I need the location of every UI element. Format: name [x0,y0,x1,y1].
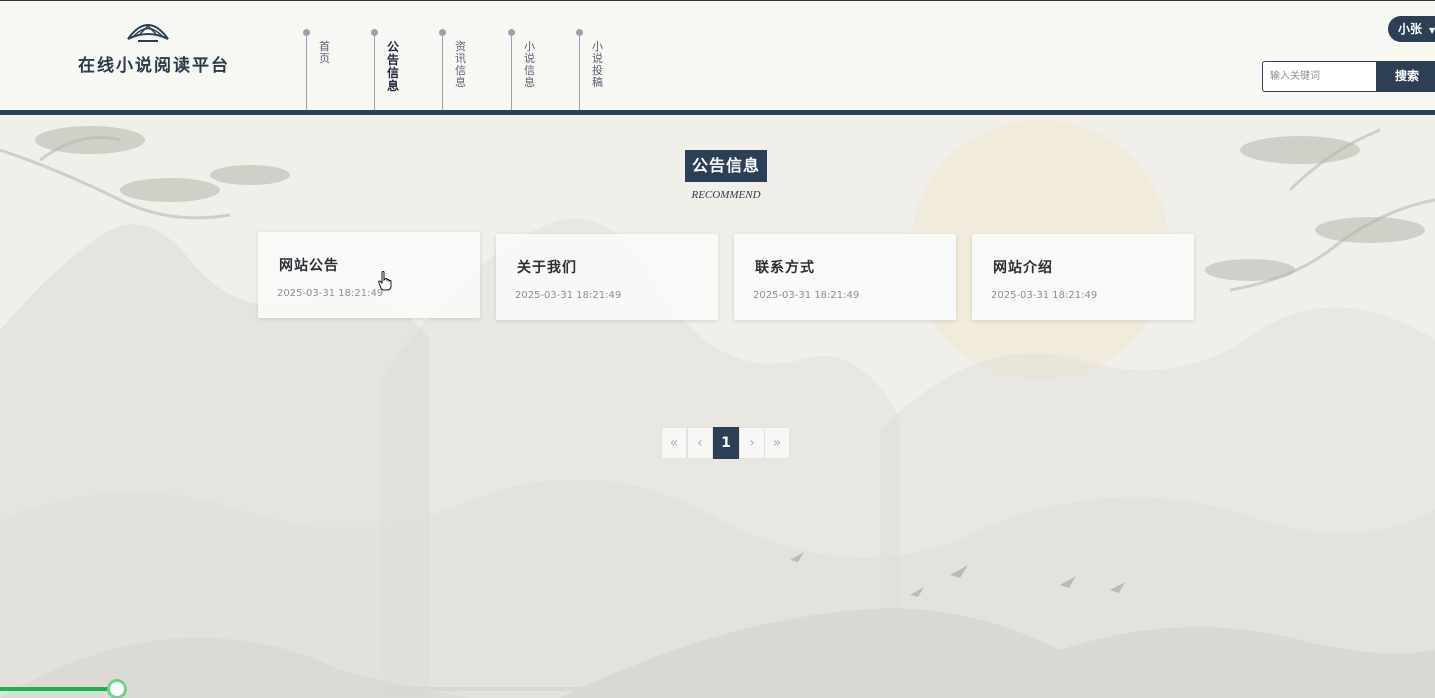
card-title: 联系方式 [755,260,815,276]
card-date: 2025-03-31 18:21:49 [515,290,622,301]
page-last-button[interactable]: » [764,427,790,459]
pagination: « ‹ 1 › » [661,427,791,459]
search-input[interactable] [1262,61,1377,92]
fan-book-icon [127,24,169,42]
announcement-card[interactable]: 网站介绍 2025-03-31 18:21:49 [972,234,1194,320]
header-divider [0,110,1435,115]
nav-item-label: 资讯信息 [455,40,466,89]
nav-item-label: 公告信息 [387,40,400,93]
card-title: 关于我们 [517,260,577,276]
card-date: 2025-03-31 18:21:49 [277,288,384,299]
nav-line [374,33,375,111]
page-prev-button[interactable]: ‹ [687,427,713,459]
announcement-card[interactable]: 联系方式 2025-03-31 18:21:49 [734,234,956,320]
nav-item-announcements[interactable]: 公告信息 [371,29,414,111]
progress-track[interactable] [0,687,1435,691]
progress-fill [0,687,118,691]
site-title: 在线小说阅读平台 [78,56,230,76]
page-next-button[interactable]: › [739,427,765,459]
announcement-card[interactable]: 关于我们 2025-03-31 18:21:49 [496,234,718,320]
nav-item-label: 首页 [319,40,330,65]
search-button[interactable]: 搜索 [1376,61,1435,92]
card-title: 网站介绍 [993,260,1053,276]
page-first-button[interactable]: « [661,427,687,459]
page-1-button[interactable]: 1 [713,427,739,459]
section-subtitle: RECOMMEND [691,189,761,201]
card-date: 2025-03-31 18:21:49 [753,290,860,301]
caret-down-icon: ▼ [1429,25,1435,35]
site-logo[interactable]: 在线小说阅读平台 [78,17,233,77]
site-header: 在线小说阅读平台 首页 公告信息 资讯信息 小说信息 小说投稿 小张 ▼ 搜索 [0,0,1435,111]
nav-line [579,33,580,111]
card-title: 网站公告 [279,258,339,274]
nav-item-label: 小说投稿 [592,40,603,89]
user-menu-button[interactable]: 小张 ▼ [1388,16,1435,42]
nav-line [511,33,512,111]
nav-item-label: 小说信息 [524,40,535,89]
card-date: 2025-03-31 18:21:49 [991,290,1098,301]
announcement-card[interactable]: 网站公告 2025-03-31 18:21:49 [258,232,480,318]
nav-line [442,33,443,111]
nav-item-news[interactable]: 资讯信息 [439,29,482,111]
nav-item-novels[interactable]: 小说信息 [508,29,551,111]
user-name: 小张 [1398,22,1423,36]
hand-pointer-icon [378,271,392,291]
nav-item-home[interactable]: 首页 [303,29,346,111]
nav-item-submission[interactable]: 小说投稿 [576,29,619,111]
section-title: 公告信息 [685,150,767,182]
nav-line [306,33,307,111]
progress-handle[interactable] [107,679,127,698]
